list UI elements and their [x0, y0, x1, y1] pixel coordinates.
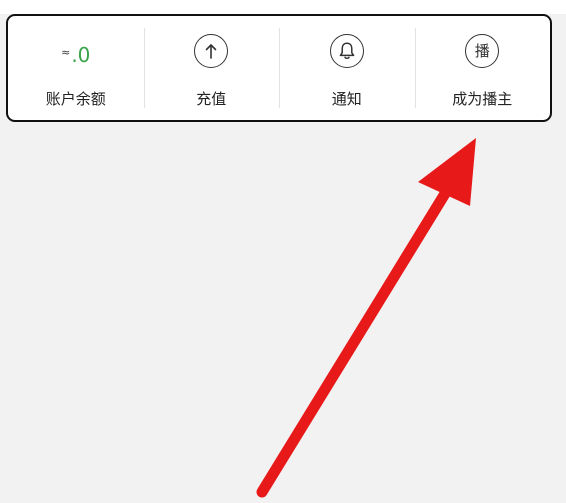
arrow-shaft: [256, 186, 452, 498]
red-arrow-annotation: [256, 138, 476, 498]
